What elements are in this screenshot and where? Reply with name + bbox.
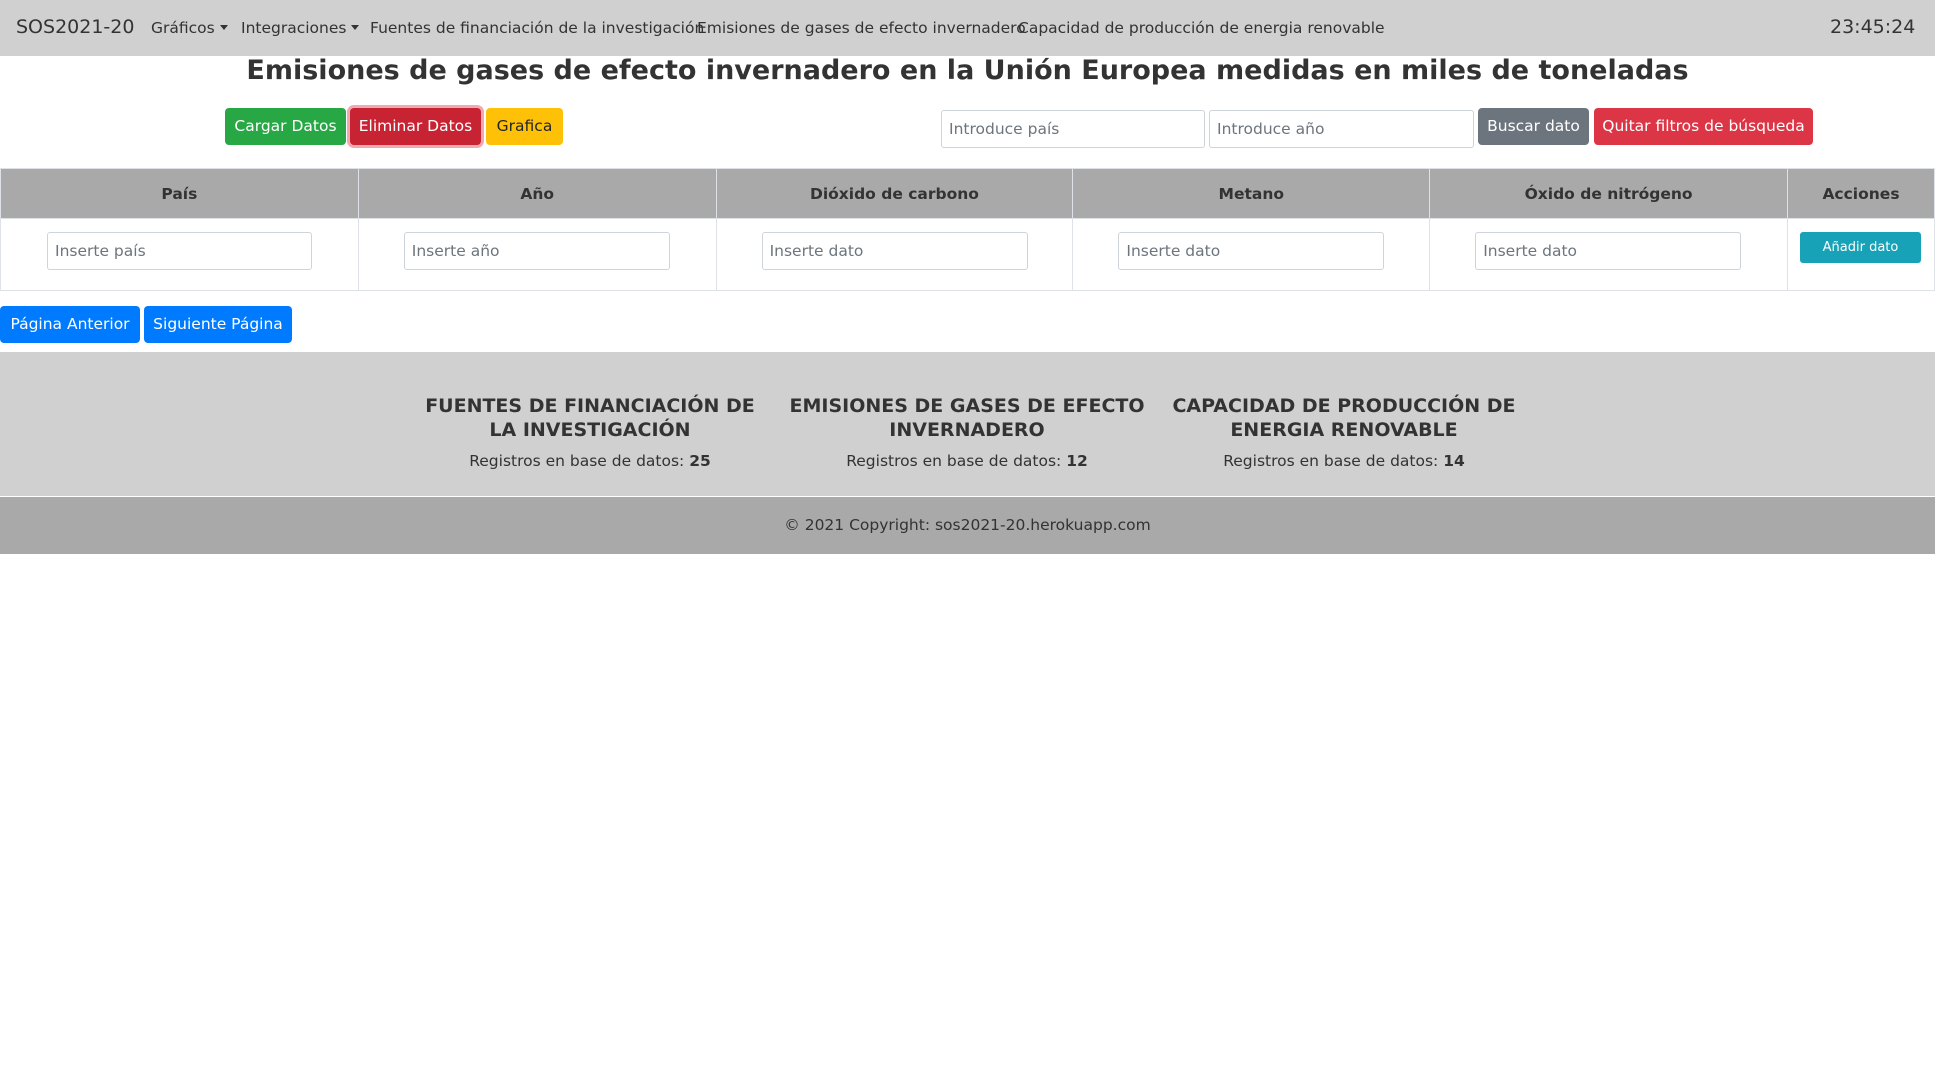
chart-button[interactable]: Grafica bbox=[486, 108, 563, 145]
nav-integraciones-dropdown[interactable]: Integraciones bbox=[241, 19, 360, 37]
insert-methane-input[interactable] bbox=[1118, 232, 1385, 270]
caret-down-icon bbox=[351, 25, 360, 30]
stat-records-label: Registros en base de datos: bbox=[846, 452, 1062, 470]
search-year-input[interactable] bbox=[1209, 110, 1474, 148]
nav-graficos-dropdown[interactable]: Gráficos bbox=[151, 19, 228, 37]
column-header-oxido-nitrogeno: Óxido de nitrógeno bbox=[1429, 168, 1788, 219]
search-country-input[interactable] bbox=[941, 110, 1205, 148]
emissions-table: País Año Dióxido de carbono Metano Óxido… bbox=[0, 168, 1935, 291]
stat-records: Registros en base de datos: 14 bbox=[1164, 452, 1524, 470]
stat-title: EMISIONES DE GASES DE EFECTO INVERNADERO bbox=[789, 395, 1145, 441]
stat-title: FUENTES DE FINANCIACIÓN DE LA INVESTIGAC… bbox=[425, 395, 755, 441]
nav-graficos-label: Gráficos bbox=[151, 19, 215, 37]
table-cell bbox=[715, 218, 1074, 291]
column-header-pais: País bbox=[0, 168, 359, 219]
stat-emisiones-gases: EMISIONES DE GASES DE EFECTO INVERNADERO… bbox=[787, 394, 1147, 470]
insert-country-input[interactable] bbox=[47, 232, 312, 270]
nav-emisiones-gases[interactable]: Emisiones de gases de efecto invernadero bbox=[697, 19, 1026, 37]
stat-records-count: 25 bbox=[689, 452, 711, 470]
table-header-row: País Año Dióxido de carbono Metano Óxido… bbox=[0, 168, 1935, 219]
brand-link[interactable]: SOS2021-20 bbox=[16, 16, 134, 38]
stat-title: CAPACIDAD DE PRODUCCIÓN DE ENERGIA RENOV… bbox=[1172, 395, 1516, 441]
stat-records-count: 14 bbox=[1443, 452, 1465, 470]
table-cell bbox=[1072, 218, 1431, 291]
add-data-button[interactable]: Añadir dato bbox=[1800, 232, 1921, 263]
search-button[interactable]: Buscar dato bbox=[1478, 108, 1589, 145]
table-cell: Añadir dato bbox=[1787, 218, 1935, 291]
nav-integraciones-label: Integraciones bbox=[241, 19, 347, 37]
table-cell bbox=[357, 218, 717, 291]
load-data-button[interactable]: Cargar Datos bbox=[225, 108, 346, 145]
insert-co2-input[interactable] bbox=[761, 232, 1028, 270]
column-header-acciones: Acciones bbox=[1787, 168, 1935, 219]
column-header-ano: Año bbox=[357, 168, 717, 219]
table-row: Añadir dato bbox=[0, 218, 1935, 291]
stat-records: Registros en base de datos: 25 bbox=[410, 452, 770, 470]
clear-filters-button[interactable]: Quitar filtros de búsqueda bbox=[1594, 108, 1813, 145]
previous-page-button[interactable]: Página Anterior bbox=[0, 306, 140, 343]
column-header-metano: Metano bbox=[1072, 168, 1431, 219]
next-page-button[interactable]: Siguiente Página bbox=[144, 306, 292, 343]
table-cell bbox=[0, 218, 359, 291]
insert-nitrous-oxide-input[interactable] bbox=[1475, 232, 1742, 270]
stat-fuentes-financiacion: FUENTES DE FINANCIACIÓN DE LA INVESTIGAC… bbox=[410, 394, 770, 470]
stats-footer: FUENTES DE FINANCIACIÓN DE LA INVESTIGAC… bbox=[0, 352, 1935, 496]
stat-records-label: Registros en base de datos: bbox=[1223, 452, 1439, 470]
nav-fuentes-financiacion[interactable]: Fuentes de financiación de la investigac… bbox=[370, 19, 704, 37]
copyright-footer: © 2021 Copyright: sos2021-20.herokuapp.c… bbox=[0, 497, 1935, 554]
table-cell bbox=[1429, 218, 1788, 291]
navbar: SOS2021-20 Gráficos Integraciones Fuente… bbox=[0, 0, 1935, 56]
column-header-dioxido-carbono: Dióxido de carbono bbox=[715, 168, 1074, 219]
stat-records-label: Registros en base de datos: bbox=[469, 452, 685, 470]
nav-capacidad-energia[interactable]: Capacidad de producción de energia renov… bbox=[1018, 19, 1385, 37]
stat-records: Registros en base de datos: 12 bbox=[787, 452, 1147, 470]
insert-year-input[interactable] bbox=[403, 232, 670, 270]
clock: 23:45:24 bbox=[1830, 16, 1916, 38]
stat-records-count: 12 bbox=[1066, 452, 1088, 470]
caret-down-icon bbox=[219, 25, 228, 30]
delete-data-button[interactable]: Eliminar Datos bbox=[350, 108, 481, 145]
stat-capacidad-energia: CAPACIDAD DE PRODUCCIÓN DE ENERGIA RENOV… bbox=[1164, 394, 1524, 470]
page-title: Emisiones de gases de efecto invernadero… bbox=[246, 55, 1689, 86]
